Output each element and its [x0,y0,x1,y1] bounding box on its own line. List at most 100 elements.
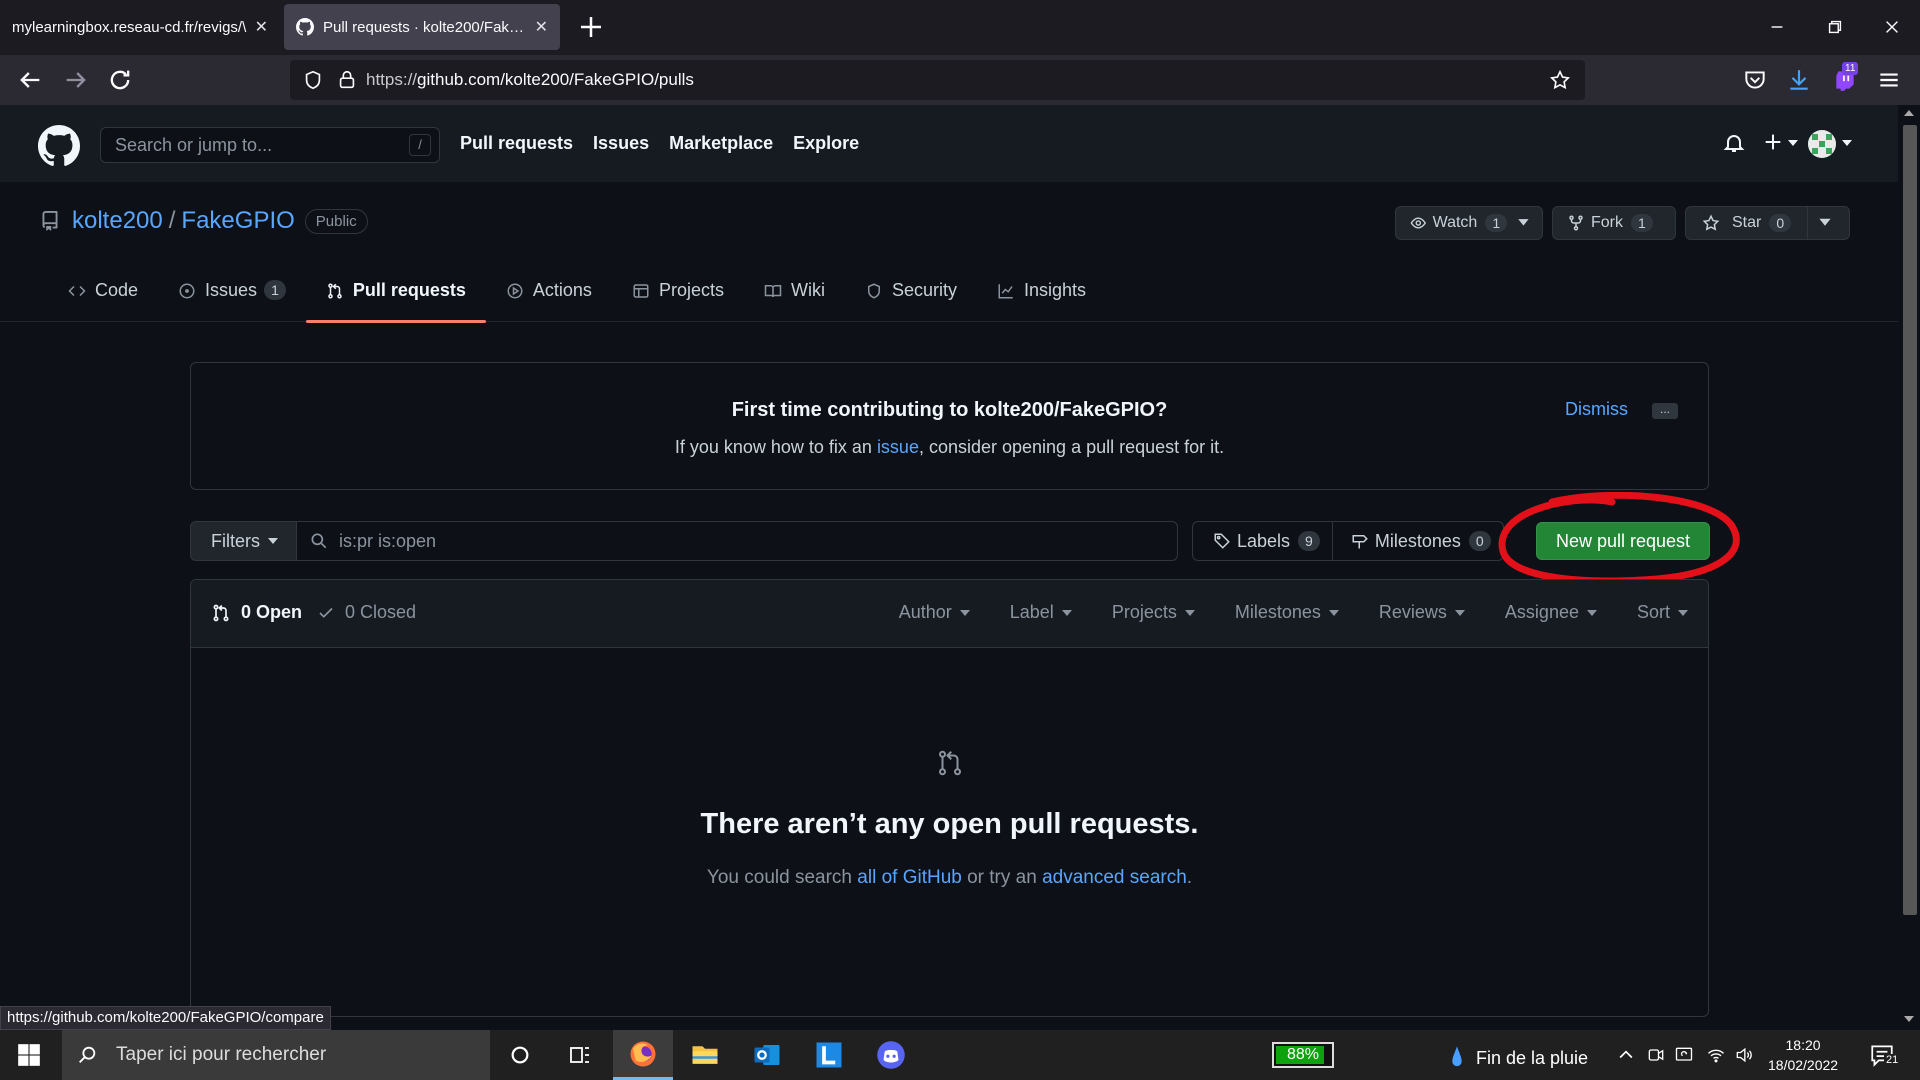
address-bar[interactable]: https://github.com/kolte200/FakeGPIO/pul… [290,60,1585,100]
scroll-thumb[interactable] [1903,125,1917,915]
avatar-dropdown-caret-icon[interactable] [1842,139,1852,147]
pocket-icon[interactable] [1742,67,1768,93]
scroll-up-icon[interactable] [1904,109,1914,117]
back-arrow-icon[interactable] [16,66,44,94]
tab-title: Pull requests · kolte200/FakeGPIO [323,18,527,36]
open-filter-link[interactable]: 0 Open [211,602,302,623]
tab-actions[interactable]: Actions [486,270,612,322]
author-menu[interactable]: Author [899,602,970,623]
labels-button[interactable]: Labels 9 [1193,522,1332,560]
more-options-button[interactable]: ... [1652,403,1678,419]
weather-widget[interactable]: Fin de la pluie [1450,1044,1588,1072]
windows-start-icon[interactable] [16,1042,42,1068]
tab-close-icon[interactable]: ✕ [535,17,548,37]
repo-separator: / [168,207,176,234]
restore-icon[interactable] [1820,14,1850,40]
book-icon [764,285,782,298]
battery-indicator[interactable]: 88% [1272,1042,1334,1068]
sort-menu[interactable]: Sort [1637,602,1688,623]
fork-button[interactable]: Fork 1 [1552,206,1676,240]
empty-state: There aren’t any open pull requests. You… [191,748,1708,889]
tab-security[interactable]: Security [845,270,977,322]
milestones-button[interactable]: Milestones 0 [1331,522,1503,560]
dismiss-button[interactable]: Dismiss [1565,399,1628,420]
repo-name-link[interactable]: FakeGPIO [181,207,294,235]
tab-projects[interactable]: Projects [612,270,744,322]
system-clock[interactable]: 18:20 18/02/2022 [1768,1035,1838,1075]
volume-icon[interactable] [1734,1045,1754,1065]
milestones-menu[interactable]: Milestones [1235,602,1339,623]
tracking-shield-icon[interactable] [302,69,324,91]
discord-taskbar-app[interactable] [861,1030,921,1080]
forward-arrow-icon[interactable] [62,66,90,94]
issue-link[interactable]: issue [877,437,919,457]
filters-dropdown[interactable]: Filters [190,521,296,561]
label-menu[interactable]: Label [1010,602,1072,623]
play-icon [507,283,523,299]
github-search-input[interactable]: Search or jump to... / [100,127,440,163]
create-dropdown-caret-icon[interactable] [1788,139,1798,147]
create-plus-icon[interactable] [1762,131,1784,153]
nav-marketplace[interactable]: Marketplace [669,133,773,154]
tab-issues[interactable]: Issues 1 [158,270,306,322]
browser-tab-pull-requests[interactable]: Pull requests · kolte200/FakeGPIO ✕ [284,4,560,50]
cortana-button[interactable] [490,1030,550,1080]
tab-close-icon[interactable]: ✕ [255,17,268,37]
new-pull-request-button[interactable]: New pull request [1536,522,1710,560]
notification-bell-icon[interactable] [1722,131,1746,155]
close-window-icon[interactable] [1877,14,1907,40]
graph-icon [998,284,1013,299]
star-button[interactable]: Star 0 [1685,206,1850,240]
github-logo-icon[interactable] [38,125,80,167]
issue-icon [179,283,195,299]
code-icon [68,285,86,297]
browser-tab-mylearningbox[interactable]: mylearningbox.reseau-cd.fr/revigs/\ ✕ [0,4,280,50]
download-icon[interactable] [1786,67,1812,93]
fork-label: Fork [1591,214,1623,231]
tab-label: Wiki [790,280,825,300]
nav-pull-requests[interactable]: Pull requests [460,133,573,154]
task-view-button[interactable] [550,1030,610,1080]
star-caret-icon [1819,218,1831,226]
search-placeholder: Search or jump to... [115,134,273,155]
tray-chevron-up-icon[interactable] [1616,1045,1636,1065]
caret-down-icon [1184,609,1195,616]
star-icon [1702,214,1720,231]
star-dropdown[interactable] [1807,206,1844,240]
bookmark-star-icon[interactable] [1549,69,1571,91]
closed-filter-link[interactable]: 0 Closed [317,602,416,623]
page-scrollbar[interactable] [1898,105,1920,1027]
minimize-icon[interactable] [1762,14,1792,40]
device-sync-icon[interactable] [1674,1045,1694,1065]
filter-bar: Filters is:pr is:open [190,521,1178,561]
empty-text: You could search all of GitHub or try an… [706,867,1193,888]
firefox-icon [630,1041,656,1066]
outlook-taskbar-app[interactable] [737,1030,797,1080]
tab-code[interactable]: Code [48,270,158,322]
tab-insights[interactable]: Insights [977,270,1106,322]
new-tab-plus-icon[interactable] [576,12,606,42]
projects-menu[interactable]: Projects [1112,602,1195,623]
file-explorer-taskbar-app[interactable] [675,1030,735,1080]
user-avatar[interactable] [1808,130,1836,158]
watch-button[interactable]: Watch 1 [1395,206,1543,240]
reviews-menu[interactable]: Reviews [1379,602,1465,623]
menu-hamburger-icon[interactable] [1876,67,1902,93]
repo-owner-link[interactable]: kolte200 [72,207,163,235]
meet-now-icon[interactable] [1646,1045,1666,1065]
tab-wiki[interactable]: Wiki [744,270,845,322]
reload-icon[interactable] [106,66,134,94]
firefox-taskbar-app[interactable] [613,1030,673,1080]
scroll-down-icon[interactable] [1904,1015,1914,1023]
nav-issues[interactable]: Issues [593,133,649,154]
wifi-icon[interactable] [1706,1045,1726,1065]
filter-search-input[interactable]: is:pr is:open [296,521,1178,561]
advanced-search-link[interactable]: advanced search [1042,867,1187,888]
taskbar-search-input[interactable]: Taper ici pour rechercher [62,1030,490,1080]
assignee-menu[interactable]: Assignee [1505,602,1597,623]
lock-icon[interactable] [336,69,358,91]
nav-explore[interactable]: Explore [793,133,859,154]
l-app-taskbar-app[interactable] [799,1030,859,1080]
all-github-link[interactable]: all of GitHub [857,867,962,888]
tab-pull-requests[interactable]: Pull requests [305,270,486,323]
